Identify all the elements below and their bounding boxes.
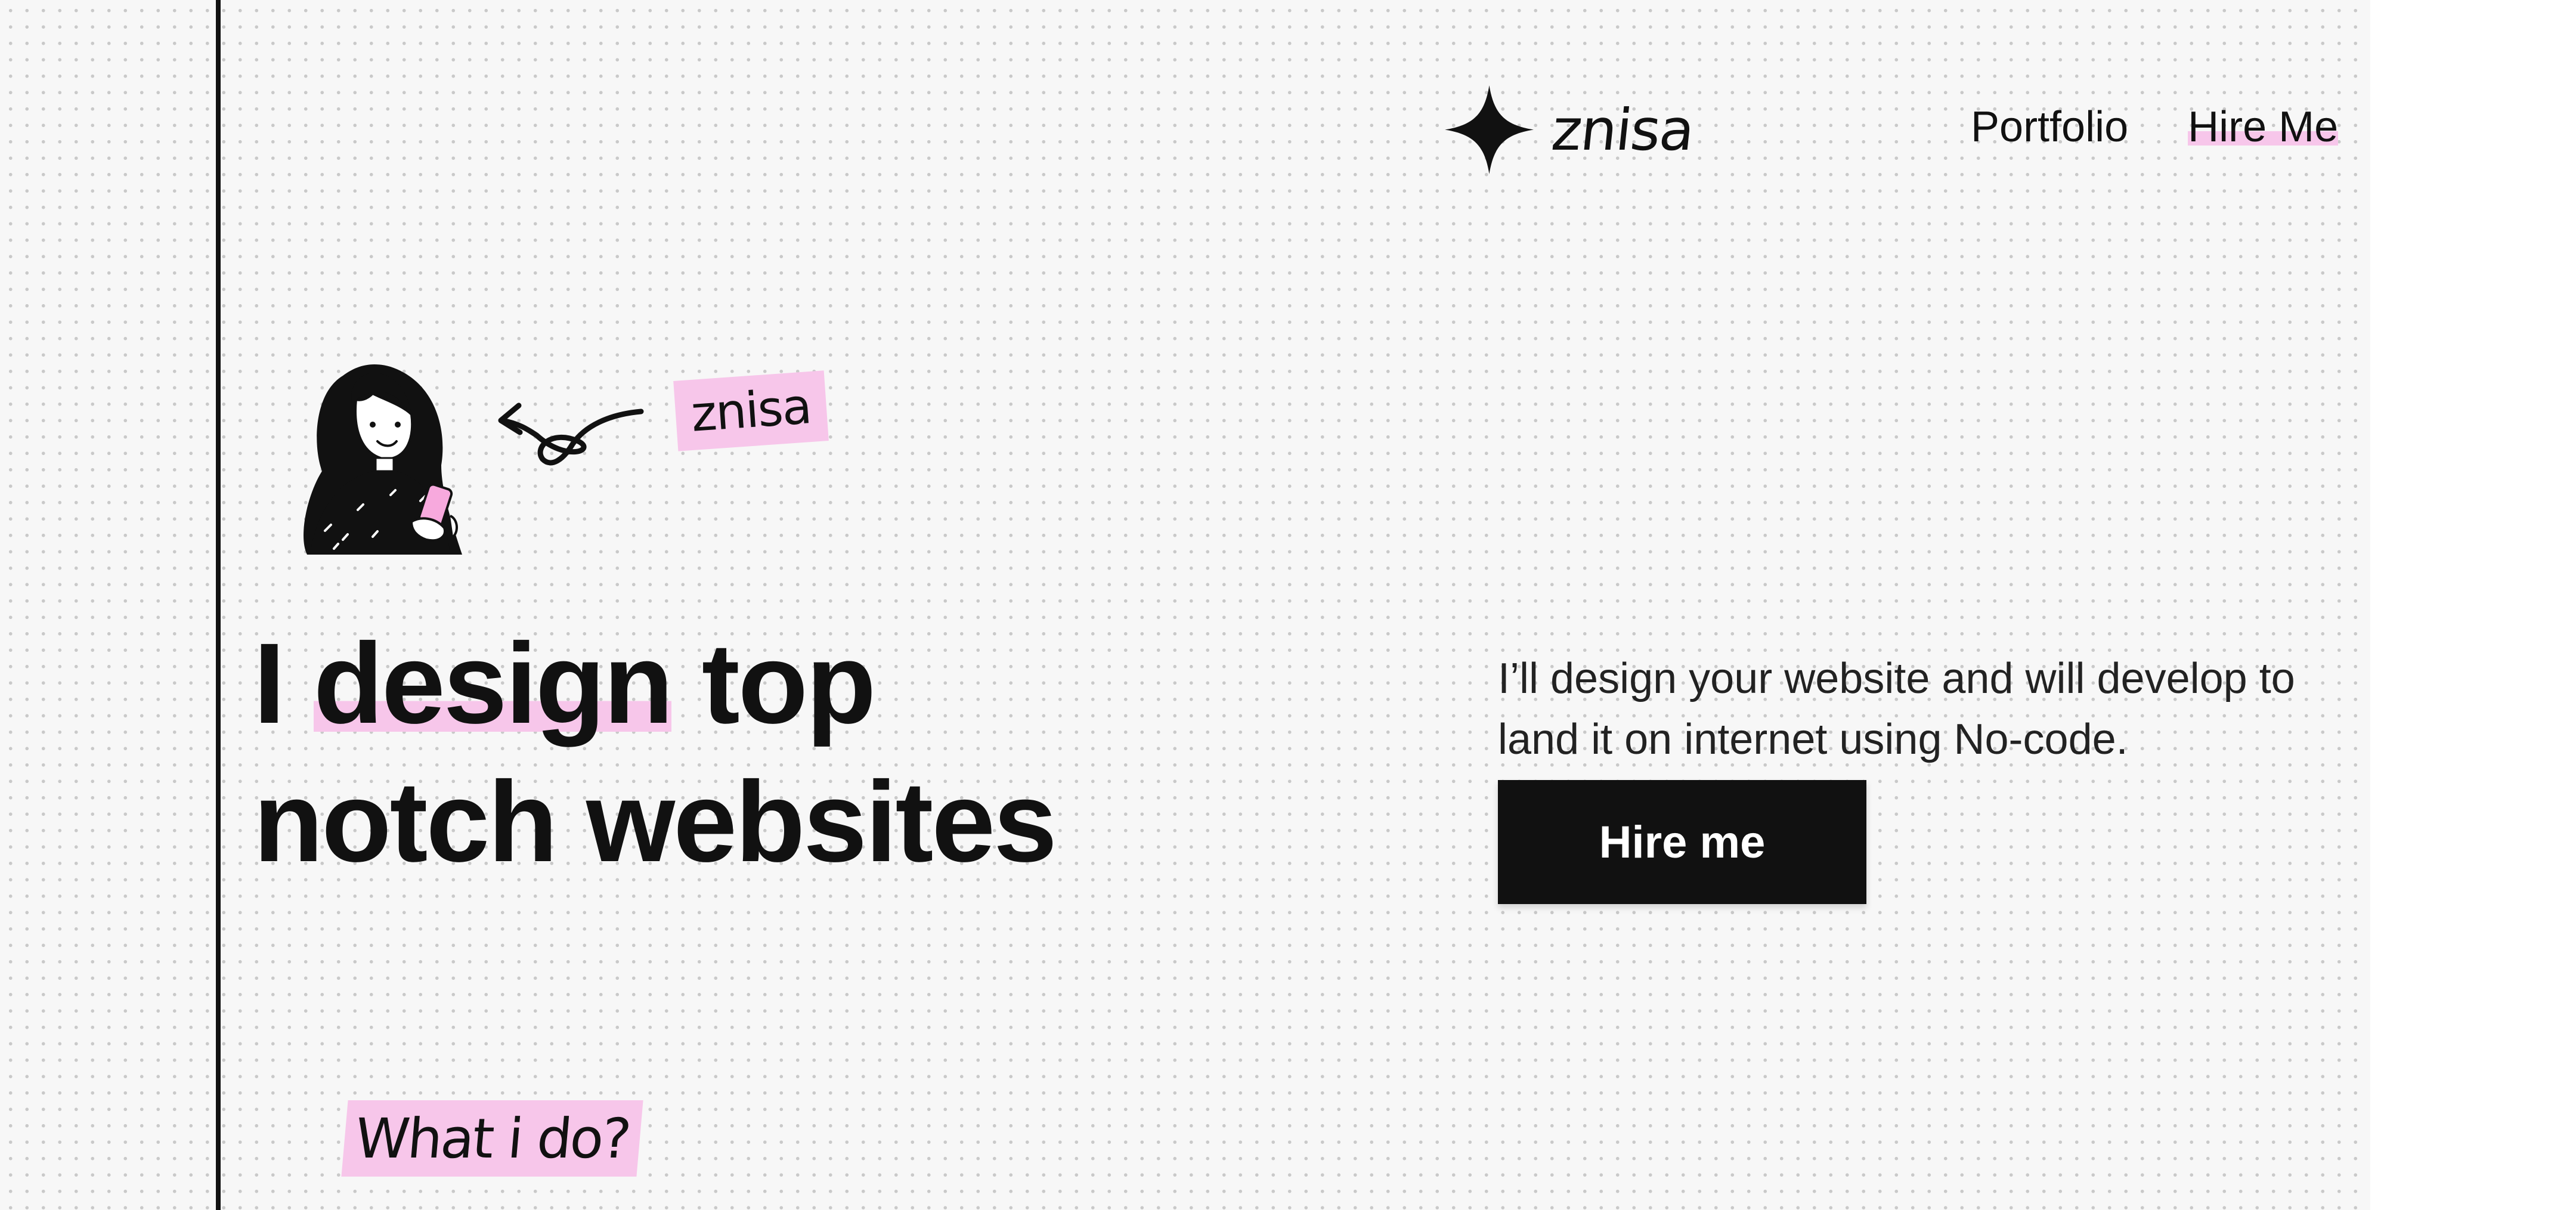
woman-with-phone-illustration: [304, 364, 462, 555]
hire-me-button[interactable]: Hire me: [1498, 780, 1866, 904]
top-nav: Portfolio Hire Me: [1971, 101, 2339, 153]
left-frame-border: [216, 0, 221, 1210]
headline-line-2: notch websites: [253, 757, 1057, 886]
four-point-star-icon: [1445, 85, 1534, 174]
nav-portfolio-link[interactable]: Portfolio: [1971, 101, 2128, 153]
dotted-canvas: [0, 0, 2576, 1210]
section-heading-what-i-do: What i do?: [341, 1100, 643, 1177]
loop-arrow-icon: [498, 403, 644, 466]
headline-highlight: design: [313, 619, 673, 747]
headline-line-1: I design top: [253, 614, 1055, 753]
nav-hire-me-link[interactable]: Hire Me: [2188, 101, 2339, 153]
brand-name: znisa: [1549, 96, 1697, 163]
page-margin-right: [2370, 0, 2576, 1210]
headline-text: I: [253, 619, 314, 747]
hero-intro-text: I’ll design your website and will develo…: [1498, 655, 2295, 763]
brand-logo[interactable]: znisa: [1443, 83, 1697, 176]
headline-text: top: [671, 619, 876, 747]
hero-headline: I design top notch websites: [253, 614, 1057, 891]
name-tag: znisa: [673, 370, 829, 451]
